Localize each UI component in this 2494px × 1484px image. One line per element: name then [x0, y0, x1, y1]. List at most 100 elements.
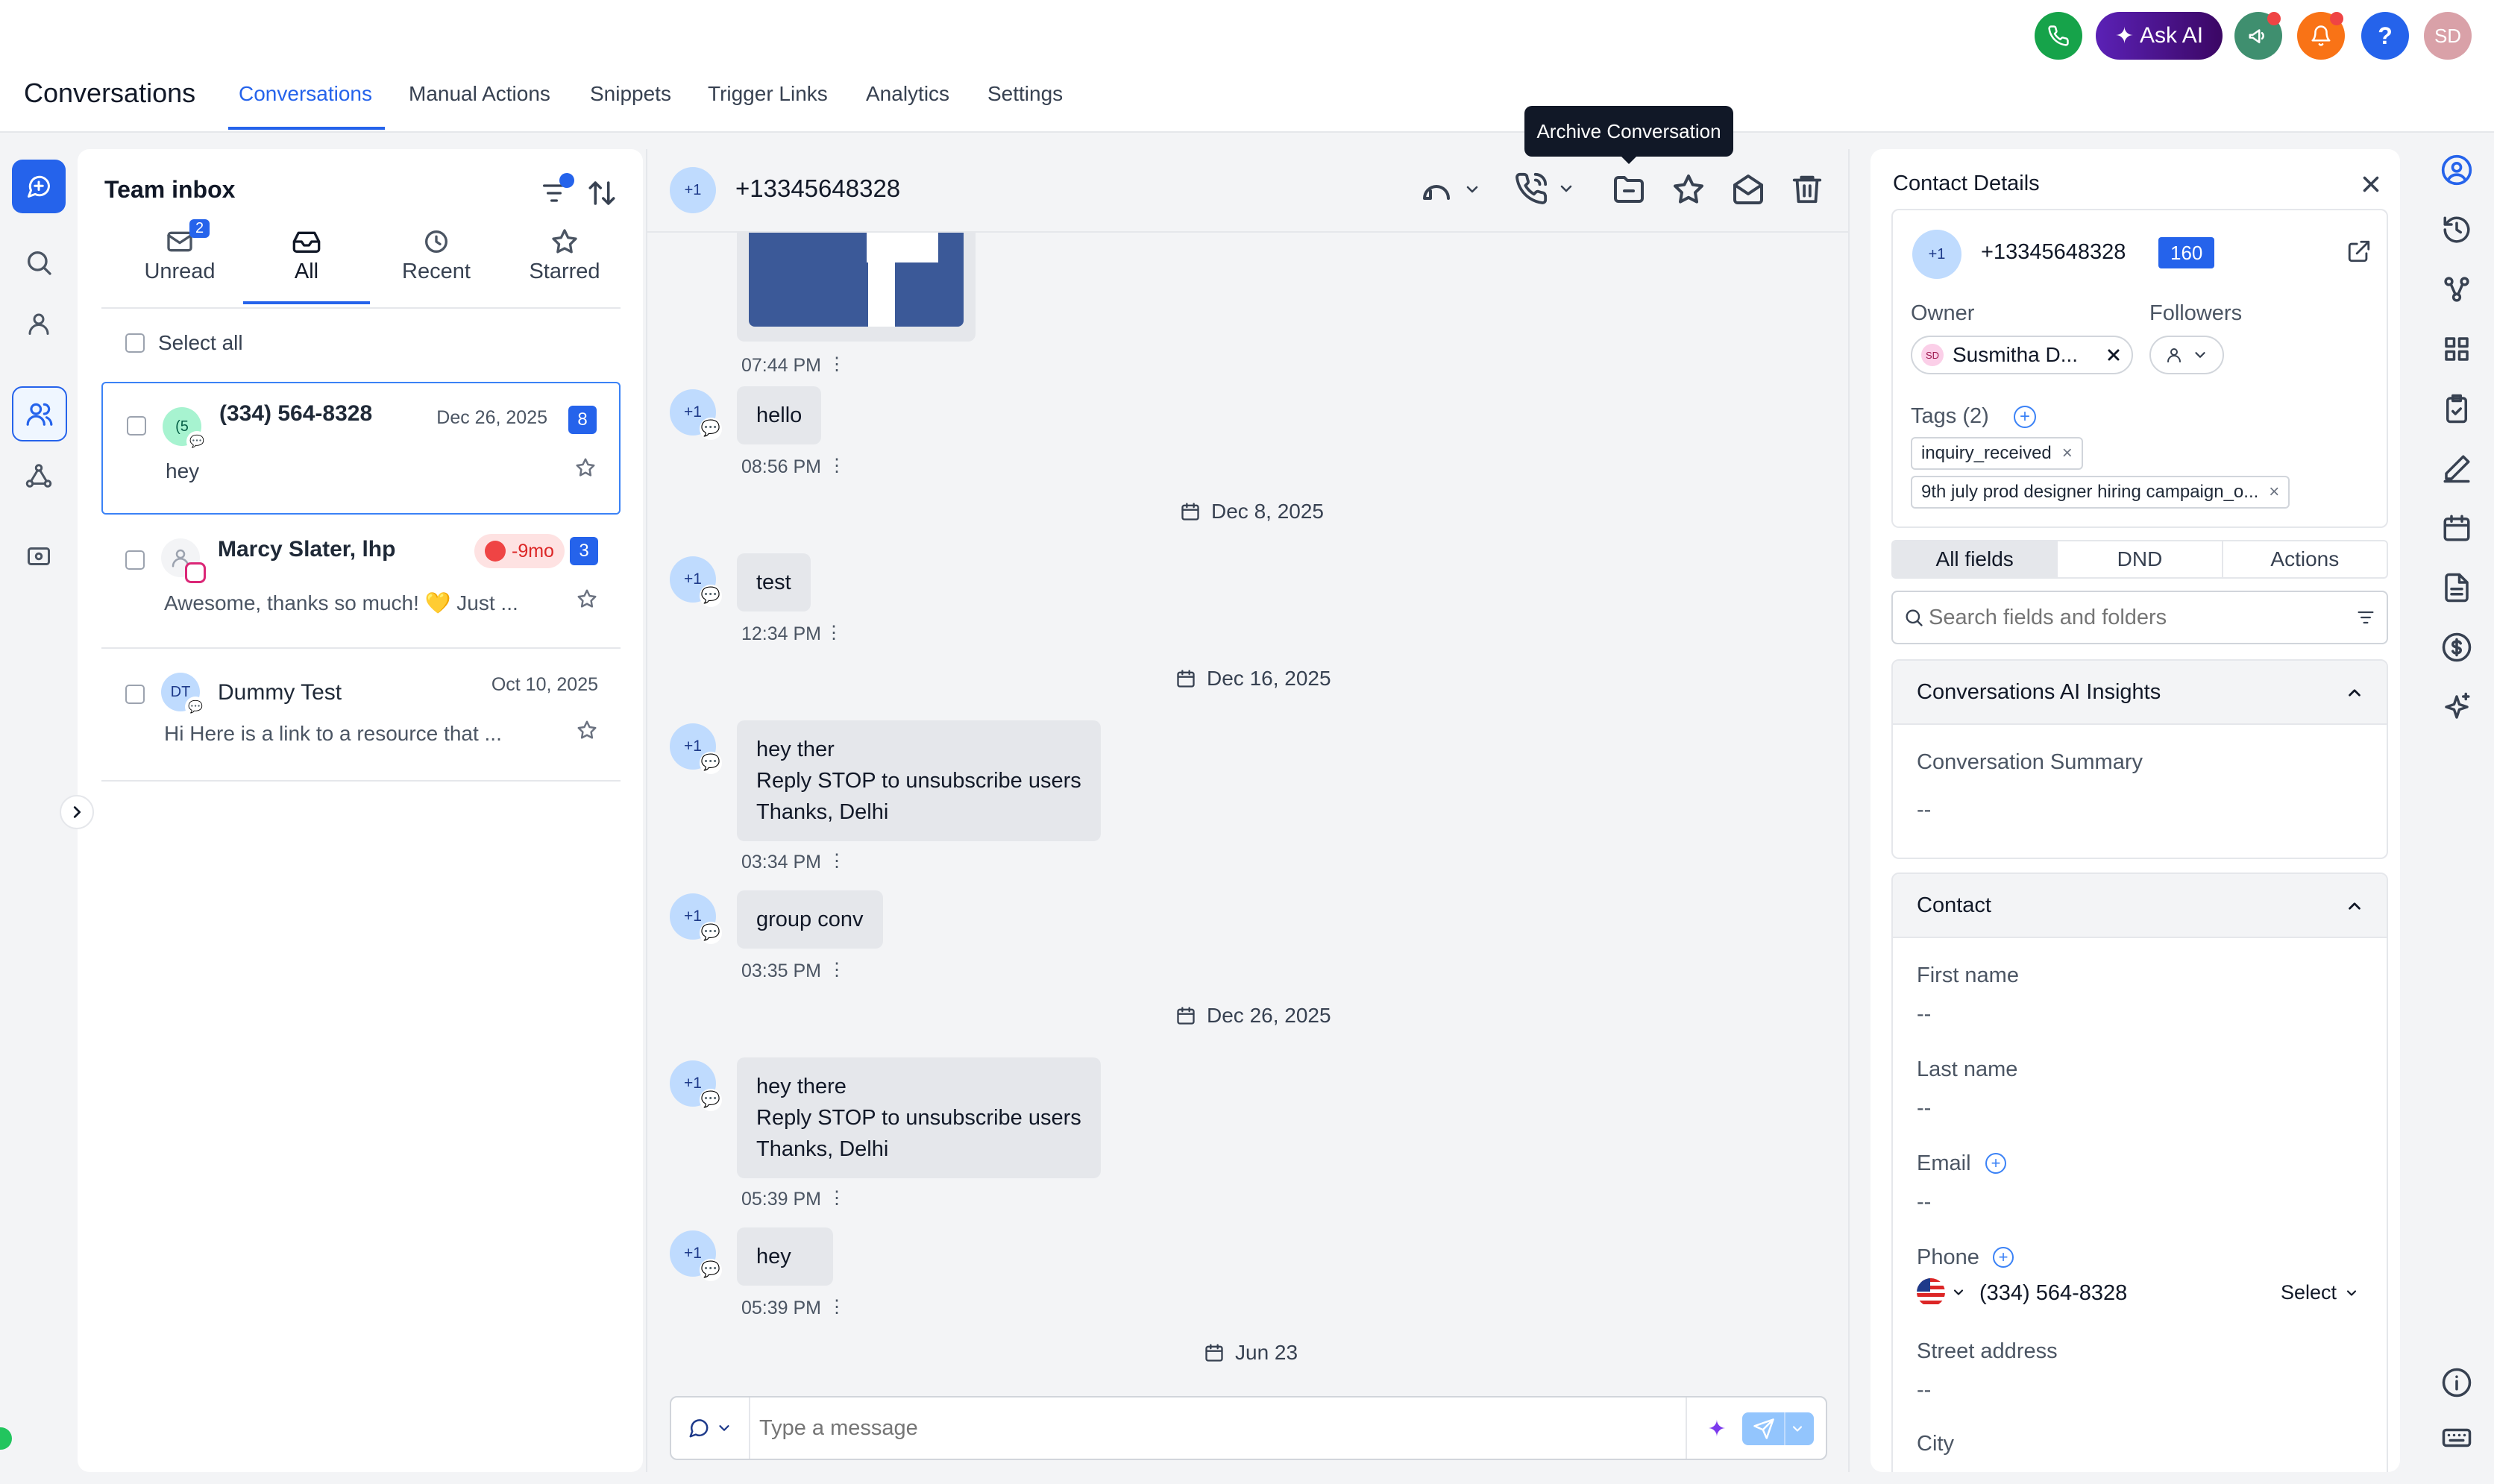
last-name-value[interactable]: -- — [1917, 1096, 1931, 1121]
assign-button[interactable] — [1419, 172, 1481, 207]
add-phone-button[interactable]: + — [1993, 1247, 2014, 1268]
first-name-value[interactable]: -- — [1917, 1002, 1931, 1027]
tab-snippets[interactable]: Snippets — [590, 82, 671, 106]
notifications-button[interactable] — [2297, 12, 2345, 60]
workflows-button[interactable] — [12, 449, 66, 503]
message-menu-icon[interactable]: ⋮ — [828, 1296, 846, 1318]
add-email-button[interactable]: + — [1985, 1153, 2006, 1174]
message-menu-icon[interactable]: ⋮ — [828, 850, 846, 872]
sparkles-icon — [2445, 692, 2470, 719]
avatar-initials: +1 — [684, 1245, 702, 1262]
avatar-initials: (5 — [175, 418, 189, 435]
search-button[interactable] — [12, 236, 66, 289]
message-menu-icon[interactable]: ⋮ — [828, 353, 846, 375]
tag-label: 9th july prod designer hiring campaign_o… — [1921, 482, 2259, 502]
ai-button[interactable] — [2437, 688, 2476, 726]
appointments-button[interactable] — [2437, 509, 2476, 547]
close-icon[interactable] — [2105, 346, 2123, 364]
filter-icon[interactable] — [2355, 607, 2376, 628]
archive-button[interactable] — [1611, 172, 1647, 207]
star-button[interactable] — [574, 456, 597, 479]
tab-starred[interactable]: Starred — [501, 224, 628, 284]
ai-assist-button[interactable]: ✦ — [1700, 1412, 1733, 1445]
star-button[interactable] — [576, 588, 598, 610]
conversation-checkbox[interactable] — [127, 416, 146, 436]
image-attachment[interactable] — [737, 233, 976, 342]
conversation-item[interactable]: (5 💬 (334) 564-8328 Dec 26, 2025 8 hey — [101, 382, 621, 515]
tab-analytics[interactable]: Analytics — [866, 82, 949, 106]
collapse-toggle-button[interactable] — [60, 795, 94, 829]
followers-select[interactable] — [2149, 336, 2224, 374]
street-address-value[interactable]: -- — [1917, 1378, 1931, 1403]
info-button[interactable] — [2437, 1363, 2476, 1402]
add-tag-button[interactable]: + — [2014, 406, 2036, 428]
tab-unread[interactable]: 2 Unread — [116, 219, 243, 284]
notes-button[interactable] — [2437, 449, 2476, 488]
opportunities-button[interactable] — [2437, 270, 2476, 309]
tab-actions[interactable]: Actions — [2221, 541, 2387, 577]
contact-details-button[interactable] — [2437, 151, 2476, 189]
message-menu-icon[interactable]: ⋮ — [828, 1187, 846, 1209]
ask-ai-button[interactable]: ✦ Ask AI — [2096, 12, 2223, 60]
message-input[interactable] — [759, 1409, 1587, 1447]
preview-button[interactable] — [12, 529, 66, 583]
mark-read-button[interactable] — [1730, 172, 1766, 207]
remove-tag-icon[interactable]: × — [2269, 482, 2279, 503]
channel-selector[interactable] — [671, 1397, 750, 1459]
phone-call-icon — [1515, 172, 1548, 204]
payments-button[interactable] — [2437, 628, 2476, 667]
select-all-checkbox[interactable] — [125, 333, 145, 353]
user-avatar[interactable]: SD — [2424, 12, 2472, 60]
tab-dnd[interactable]: DND — [2056, 541, 2221, 577]
tab-all-fields[interactable]: All fields — [1893, 541, 2057, 577]
conversation-item[interactable]: DT 💬 Dummy Test Oct 10, 2025 Hi Here is … — [101, 650, 621, 782]
tab-manual-actions[interactable]: Manual Actions — [409, 82, 550, 106]
send-button[interactable] — [1742, 1412, 1814, 1445]
ai-insights-header[interactable]: Conversations AI Insights — [1893, 661, 2387, 725]
tab-conversations[interactable]: Conversations — [239, 82, 372, 106]
call-button[interactable] — [1514, 172, 1575, 206]
integrations-button[interactable] — [2437, 330, 2476, 368]
announcements-button[interactable] — [2234, 12, 2282, 60]
open-external-button[interactable] — [2346, 239, 2372, 264]
documents-button[interactable] — [2437, 568, 2476, 607]
tab-trigger-links[interactable]: Trigger Links — [708, 82, 828, 106]
star-button[interactable] — [576, 719, 598, 741]
country-selector[interactable] — [1917, 1278, 1966, 1307]
conversation-item[interactable]: Marcy Slater, lhp -9mo 3 Awesome, thanks… — [101, 519, 621, 649]
message-time: 12:34 PM — [741, 623, 822, 644]
remove-tag-icon[interactable]: × — [2062, 443, 2073, 464]
contact-section-header[interactable]: Contact — [1893, 874, 2387, 938]
keyboard-shortcuts-button[interactable] — [2437, 1418, 2476, 1457]
field-search-input[interactable] — [1929, 603, 2331, 632]
message-menu-icon[interactable]: ⋮ — [825, 622, 843, 644]
owner-select[interactable]: SD Susmitha D... — [1911, 336, 2133, 374]
tag-chip[interactable]: 9th july prod designer hiring campaign_o… — [1911, 476, 2290, 509]
message-menu-icon[interactable]: ⋮ — [828, 959, 846, 981]
conversation-checkbox[interactable] — [125, 550, 145, 570]
filter-button[interactable] — [534, 173, 574, 213]
history-button[interactable] — [2437, 210, 2476, 249]
message-menu-icon[interactable]: ⋮ — [828, 455, 846, 477]
team-inbox-button[interactable] — [12, 386, 67, 441]
phone-button[interactable] — [2035, 12, 2082, 60]
email-value[interactable]: -- — [1917, 1190, 1931, 1215]
star-conversation-button[interactable] — [1671, 172, 1706, 207]
calendar-icon — [1177, 1007, 1195, 1025]
tab-all[interactable]: All — [243, 224, 370, 304]
phone-value[interactable]: (334) 564-8328 — [1979, 1281, 2127, 1306]
tab-recent[interactable]: Recent — [373, 224, 500, 284]
tag-chip[interactable]: inquiry_received × — [1911, 437, 2083, 470]
help-button[interactable]: ? — [2361, 12, 2409, 60]
phone-type-select[interactable]: Select — [2281, 1281, 2359, 1304]
close-button[interactable] — [2358, 172, 2384, 197]
select-all[interactable]: Select all — [125, 331, 243, 355]
contacts-button[interactable] — [12, 297, 66, 350]
compose-button[interactable] — [12, 160, 66, 213]
tasks-button[interactable] — [2437, 389, 2476, 428]
sort-button[interactable] — [582, 173, 622, 213]
tab-settings[interactable]: Settings — [987, 82, 1063, 106]
delete-button[interactable] — [1790, 172, 1824, 206]
conversation-name: Dummy Test — [218, 680, 342, 705]
conversation-checkbox[interactable] — [125, 685, 145, 704]
